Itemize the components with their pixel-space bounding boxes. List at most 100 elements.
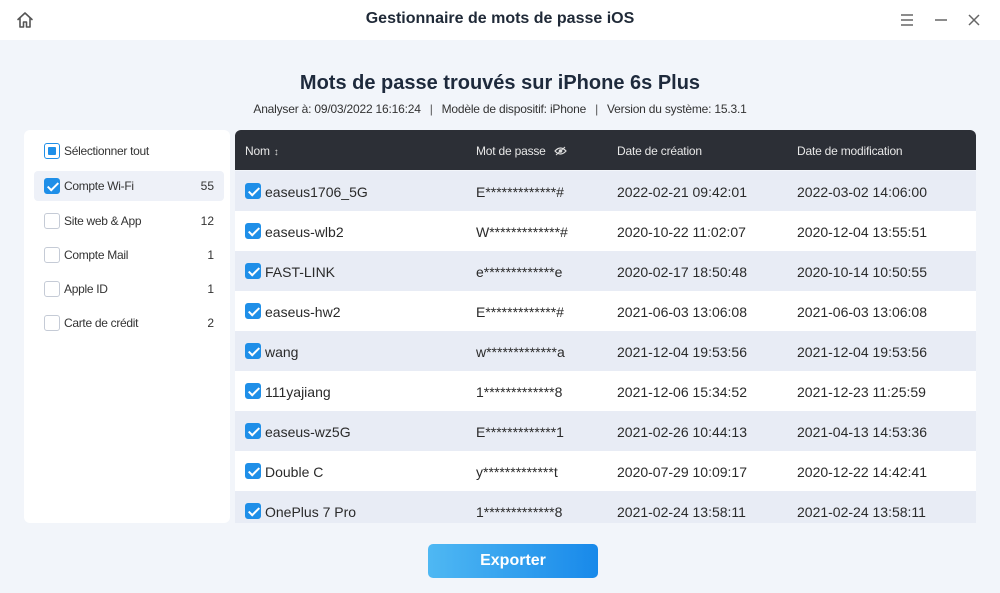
meta-separator: |	[429, 102, 433, 116]
row-checkbox[interactable]	[245, 343, 261, 359]
column-header-name[interactable]: Nom ↕	[245, 144, 279, 158]
category-count: 2	[207, 316, 214, 330]
category-checkbox[interactable]	[44, 213, 60, 229]
cell-modified: 2021-12-23 11:25:59	[797, 384, 926, 400]
cell-password: E*************1	[476, 424, 564, 440]
table-row[interactable]: Double C y*************t 2020-07-29 10:0…	[235, 451, 976, 491]
menu-icon[interactable]	[897, 10, 917, 30]
cell-created: 2021-02-24 13:58:11	[617, 504, 746, 520]
cell-created: 2020-02-17 18:50:48	[617, 264, 747, 280]
eye-icon[interactable]	[553, 145, 567, 159]
table-row[interactable]: easeus-wz5G E*************1 2021-02-26 1…	[235, 411, 976, 451]
category-checkbox[interactable]	[44, 247, 60, 263]
cell-modified: 2020-12-04 13:55:51	[797, 224, 927, 240]
cell-name: easeus-hw2	[265, 304, 341, 320]
system-version: Version du système: 15.3.1	[607, 102, 747, 116]
window-title: Gestionnaire de mots de passe iOS	[365, 10, 635, 27]
sidebar-item-web-app[interactable]: Site web & App 12	[34, 206, 224, 236]
cell-created: 2020-07-29 10:09:17	[617, 464, 747, 480]
category-checkbox[interactable]	[44, 281, 60, 297]
table-row[interactable]: OnePlus 7 Pro 1*************8 2021-02-24…	[235, 491, 976, 523]
category-label: Apple ID	[64, 282, 108, 296]
minimize-icon[interactable]	[931, 10, 951, 30]
cell-created: 2021-06-03 13:06:08	[617, 304, 747, 320]
cell-password: 1*************8	[476, 384, 563, 400]
cell-password: 1*************8	[476, 504, 563, 520]
table-row[interactable]: easeus-wlb2 W*************# 2020-10-22 1…	[235, 211, 976, 251]
cell-password: E*************#	[476, 184, 564, 200]
cell-created: 2022-02-21 09:42:01	[617, 184, 747, 200]
table-row[interactable]: easeus-hw2 E*************# 2021-06-03 13…	[235, 291, 976, 331]
cell-modified: 2021-06-03 13:06:08	[797, 304, 927, 320]
row-checkbox[interactable]	[245, 263, 261, 279]
cell-modified: 2021-02-24 13:58:11	[797, 504, 926, 520]
row-checkbox[interactable]	[245, 303, 261, 319]
table-row[interactable]: FAST-LINK e*************e 2020-02-17 18:…	[235, 251, 976, 291]
category-label: Compte Mail	[64, 248, 129, 262]
cell-password: E*************#	[476, 304, 564, 320]
table-row[interactable]: wang w*************a 2021-12-04 19:53:56…	[235, 331, 976, 371]
cell-password: w*************a	[476, 344, 565, 360]
select-all-checkbox[interactable]	[44, 143, 60, 159]
row-checkbox[interactable]	[245, 383, 261, 399]
row-checkbox[interactable]	[245, 463, 261, 479]
cell-created: 2020-10-22 11:02:07	[617, 224, 746, 240]
category-label: Carte de crédit	[64, 316, 139, 330]
row-checkbox[interactable]	[245, 223, 261, 239]
category-count: 1	[207, 248, 214, 262]
category-count: 12	[200, 214, 214, 228]
column-header-created: Date de création	[617, 144, 702, 158]
cell-name: easeus1706_5G	[265, 184, 368, 200]
sidebar-item-apple-id[interactable]: Apple ID 1	[34, 274, 224, 304]
cell-created: 2021-12-06 15:34:52	[617, 384, 747, 400]
table-row[interactable]: easeus1706_5G E*************# 2022-02-21…	[235, 171, 976, 211]
category-checkbox[interactable]	[44, 315, 60, 331]
cell-name: easeus-wlb2	[265, 224, 344, 240]
scan-time: Analyser à: 09/03/2022 16:16:24	[253, 102, 421, 116]
cell-created: 2021-12-04 19:53:56	[617, 344, 747, 360]
table-header: Nom ↕ Mot de passe Date de création Date …	[235, 130, 976, 170]
scan-info: Analyser à: 09/03/2022 16:16:24 | Modèle d…	[0, 102, 1000, 116]
cell-password: y*************t	[476, 464, 558, 480]
select-all-label: Sélectionner tout	[64, 144, 149, 158]
cell-modified: 2021-04-13 14:53:36	[797, 424, 927, 440]
cell-name: easeus-wz5G	[265, 424, 351, 440]
category-checkbox[interactable]	[44, 178, 60, 194]
category-count: 55	[200, 179, 214, 193]
close-icon[interactable]	[964, 10, 984, 30]
meta-separator: |	[595, 102, 599, 116]
cell-name: wang	[265, 344, 299, 360]
cell-name: FAST-LINK	[265, 264, 336, 280]
title-bar: Gestionnaire de mots de passe iOS	[0, 0, 1000, 40]
sidebar-item-wifi[interactable]: Compte Wi-Fi 55	[34, 171, 224, 201]
sidebar-item-credit-card[interactable]: Carte de crédit 2	[34, 308, 224, 338]
column-header-password-label: Mot de passe	[476, 144, 546, 158]
row-checkbox[interactable]	[245, 503, 261, 519]
cell-name: 111yajiang	[265, 384, 331, 400]
sidebar-item-mail[interactable]: Compte Mail 1	[34, 240, 224, 270]
cell-created: 2021-02-26 10:44:13	[617, 424, 747, 440]
cell-name: OnePlus 7 Pro	[265, 504, 357, 520]
cell-password: e*************e	[476, 264, 563, 280]
column-header-password: Mot de passe	[476, 144, 567, 159]
column-header-name-label: Nom	[245, 144, 270, 158]
select-all[interactable]: Sélectionner tout	[34, 136, 224, 166]
cell-modified: 2020-12-22 14:42:41	[797, 464, 927, 480]
cell-modified: 2022-03-02 14:06:00	[797, 184, 927, 200]
cell-name: Double C	[265, 464, 324, 480]
sort-icon[interactable]: ↕	[274, 147, 279, 158]
cell-modified: 2020-10-14 10:50:55	[797, 264, 927, 280]
category-count: 1	[207, 282, 214, 296]
category-sidebar: Sélectionner tout Compte Wi-Fi 55 Site w…	[24, 130, 230, 523]
table-row[interactable]: 111yajiang 1*************8 2021-12-06 15…	[235, 371, 976, 411]
cell-password: W*************#	[476, 224, 568, 240]
category-label: Compte Wi-Fi	[64, 179, 134, 193]
export-button[interactable]: Exporter	[428, 544, 598, 578]
device-model: Modèle de dispositif: iPhone	[441, 102, 587, 116]
row-checkbox[interactable]	[245, 183, 261, 199]
row-checkbox[interactable]	[245, 423, 261, 439]
category-label: Site web & App	[64, 214, 142, 228]
column-header-modified: Date de modification	[797, 144, 903, 158]
page-title: Mots de passe trouvés sur iPhone 6s Plus	[299, 72, 701, 94]
password-table: Nom ↕ Mot de passe Date de création Date …	[235, 130, 976, 523]
